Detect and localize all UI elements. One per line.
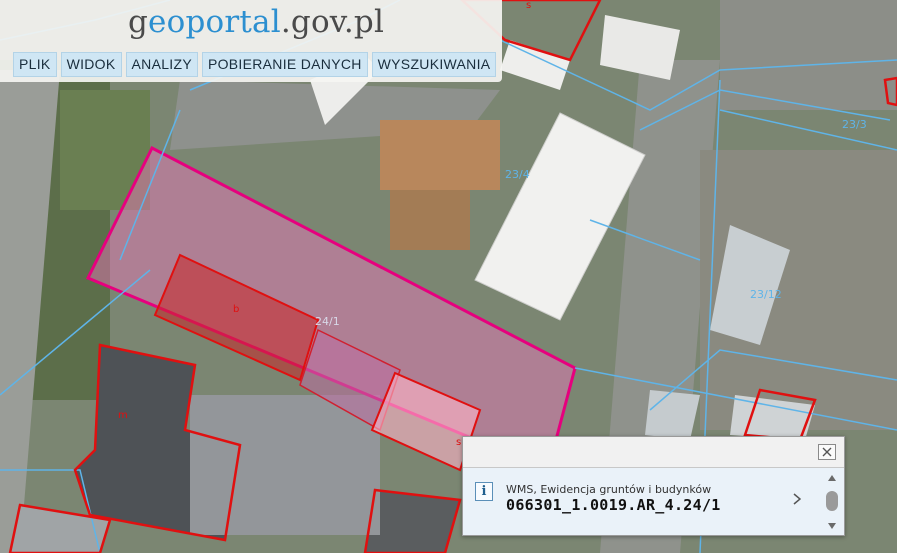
scroll-down-icon[interactable]	[827, 522, 837, 530]
industrial-yard	[720, 0, 897, 110]
parcel-label-23-12: 23/12	[750, 288, 782, 301]
popup-scrollbar[interactable]	[825, 474, 839, 530]
parcel-label-23-4: 23/4	[505, 168, 530, 181]
main-menu: PLIK WIDOK ANALIZY POBIERANIE DANYCH WYS…	[13, 52, 497, 77]
building-label-s: s	[456, 437, 461, 448]
parcel-label-24-1: 24/1	[315, 315, 340, 328]
layer-name: WMS, Ewidencja gruntów i budynków	[506, 483, 712, 496]
geoportal-logo[interactable]: g eoportal .gov.pl	[128, 4, 384, 46]
header-panel: g eoportal .gov.pl PLIK WIDOK ANALIZY POBI…	[0, 0, 502, 82]
menu-item-analizy[interactable]: ANALIZY	[125, 52, 198, 77]
building-label-m: m	[118, 410, 128, 421]
feature-info-popup: i WMS, Ewidencja gruntów i budynków 0663…	[462, 436, 845, 536]
logo-text-domain: .gov.pl	[280, 4, 385, 40]
info-icon: i	[475, 482, 493, 501]
menu-item-widok[interactable]: WIDOK	[60, 52, 122, 77]
menu-item-plik[interactable]: PLIK	[13, 52, 57, 77]
menu-item-wyszukiwania[interactable]: WYSZUKIWANIA	[371, 52, 497, 77]
lumber-storage	[390, 190, 470, 250]
chevron-right-icon[interactable]	[790, 490, 804, 508]
logo-text-g: g	[128, 4, 149, 40]
logo-text-portal: eoportal	[148, 4, 281, 40]
popup-title-bar	[463, 437, 844, 468]
building-label-s: s	[526, 0, 531, 11]
close-icon[interactable]	[818, 444, 836, 460]
parking-lot	[190, 395, 380, 535]
building-label-b: b	[233, 304, 239, 315]
parcel-label-23-3: 23/3	[842, 118, 867, 131]
lumber-storage	[380, 120, 500, 190]
scrollbar-thumb[interactable]	[826, 491, 838, 511]
popup-body: i WMS, Ewidencja gruntów i budynków 0663…	[463, 468, 844, 535]
menu-item-pobieranie-danych[interactable]: POBIERANIE DANYCH	[201, 52, 368, 77]
parcel-identifier[interactable]: 066301_1.0019.AR_4.24/1	[506, 496, 721, 514]
scroll-up-icon[interactable]	[827, 474, 837, 482]
